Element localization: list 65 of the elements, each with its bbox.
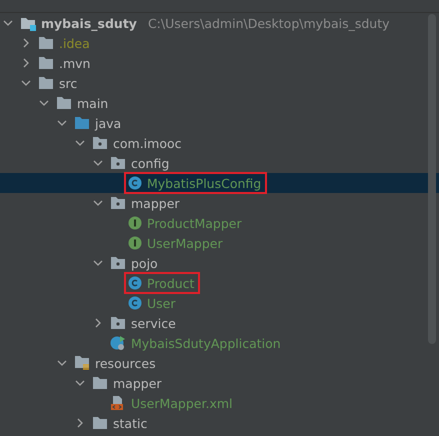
- project-folder-icon: [20, 15, 36, 31]
- file-name: .idea: [59, 36, 90, 50]
- tree-row[interactable]: pojo: [0, 253, 439, 273]
- file-name: UserMapper.xml: [131, 396, 233, 410]
- tree-row[interactable]: MybatisPlusConfig: [0, 173, 439, 193]
- package-icon: [110, 316, 126, 330]
- file-name: service: [131, 316, 176, 330]
- tree-row[interactable]: UserMapper.xml: [0, 393, 439, 413]
- tree-row[interactable]: resources: [0, 353, 439, 373]
- file-name: java: [95, 116, 122, 130]
- file-name: mapper: [131, 196, 180, 210]
- file-name: UserMapper: [147, 236, 223, 250]
- file-name: com.imooc: [113, 136, 182, 150]
- file-name: src: [59, 76, 78, 90]
- file-name: mapper: [113, 376, 162, 390]
- folder-icon: [38, 36, 54, 50]
- class-icon: [128, 176, 142, 190]
- class-icon: [128, 276, 142, 290]
- file-name: .mvn: [59, 56, 90, 70]
- folder-icon: [92, 376, 108, 390]
- tree-row[interactable]: Product: [0, 273, 439, 293]
- package-icon: [110, 256, 126, 270]
- file-name: MybatisPlusConfig: [147, 176, 262, 190]
- file-name: static: [113, 416, 148, 430]
- package-icon: [92, 136, 108, 150]
- file-name: pojo: [131, 256, 158, 270]
- tree-row[interactable]: service: [0, 313, 439, 333]
- tree-row[interactable]: main: [0, 93, 439, 113]
- folder-icon: [56, 96, 72, 110]
- file-name: Product: [147, 276, 194, 290]
- tree-row[interactable]: java: [0, 113, 439, 133]
- tree-row[interactable]: src: [0, 73, 439, 93]
- tree-row[interactable]: static: [0, 413, 439, 433]
- interface-icon: [128, 236, 142, 250]
- tree-row[interactable]: mapper: [0, 193, 439, 213]
- tree-row[interactable]: .mvn: [0, 53, 439, 73]
- package-icon: [110, 156, 126, 170]
- tree-row[interactable]: mybais_sduty C:\Users\admin\Desktop\mybais_sduty: [0, 13, 439, 33]
- file-name: config: [131, 156, 170, 170]
- file-name: ProductMapper: [147, 216, 242, 230]
- tree-row[interactable]: ProductMapper: [0, 213, 439, 233]
- file-name: main: [77, 96, 108, 110]
- folder-icon: [38, 56, 54, 70]
- resources-folder-icon: [74, 355, 90, 371]
- file-name: MybaisSdutyApplication: [131, 336, 281, 350]
- tree-row[interactable]: User: [0, 293, 439, 313]
- package-icon: [110, 196, 126, 210]
- xml-file-icon: [110, 395, 126, 411]
- tree-row[interactable]: mapper: [0, 373, 439, 393]
- project-path: C:\Users\admin\Desktop\mybais_sduty: [148, 16, 390, 30]
- tree-row[interactable]: com.imooc: [0, 133, 439, 153]
- folder-icon: [38, 76, 54, 90]
- class-icon: [128, 296, 142, 310]
- file-name: resources: [95, 356, 156, 370]
- folder-icon: [74, 116, 90, 130]
- tree-row[interactable]: .idea: [0, 33, 439, 53]
- tree-row[interactable]: UserMapper: [0, 233, 439, 253]
- tree-row[interactable]: MybaisSdutyApplication: [0, 333, 439, 353]
- file-name: User: [147, 296, 176, 310]
- interface-icon: [128, 216, 142, 230]
- scrollbar[interactable]: [428, 14, 436, 344]
- file-name: mybais_sduty: [41, 16, 137, 30]
- folder-icon: [92, 416, 108, 430]
- spring-class-icon: [110, 335, 126, 351]
- tree-row[interactable]: config: [0, 153, 439, 173]
